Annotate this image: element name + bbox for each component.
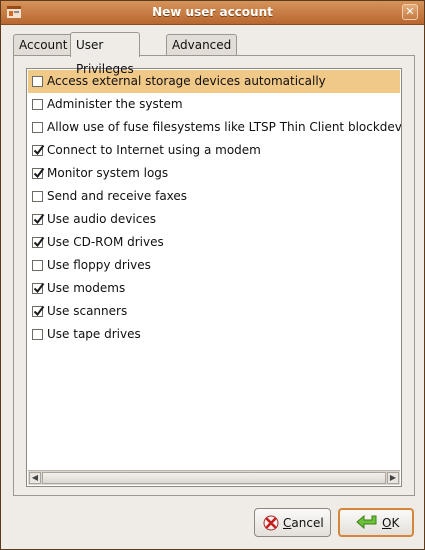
privilege-row[interactable]: Allow use of fuse filesystems like LTSP … [28,116,402,139]
title-bar[interactable]: New user account ✕ [1,1,424,25]
tab-user-privileges[interactable]: User Privileges [70,32,140,76]
privilege-label: Monitor system logs [47,166,169,180]
privilege-label: Use audio devices [47,212,156,226]
privilege-checkbox[interactable] [32,329,43,340]
privilege-label: Use scanners [47,304,128,318]
privilege-row[interactable]: Administer the system [28,93,400,116]
tab-panel: Access external storage devices automati… [13,55,415,496]
checkmark-icon [33,213,45,225]
privilege-checkbox[interactable] [32,76,43,87]
privilege-checkbox[interactable] [32,167,45,179]
privilege-row[interactable]: Use audio devices [28,208,400,231]
privilege-row[interactable]: Send and receive faxes [28,185,400,208]
privilege-label: Use tape drives [47,327,141,341]
scrollbar-thumb[interactable] [42,472,386,484]
cancel-button[interactable]: Cancel [254,508,331,537]
privilege-label: Use CD-ROM drives [47,235,164,249]
privilege-row[interactable]: Use scanners [28,300,400,323]
privilege-checkbox[interactable] [32,144,45,156]
horizontal-scrollbar[interactable]: ◀ ▶ [28,470,400,485]
privilege-checkbox[interactable] [32,305,45,317]
privilege-checkbox[interactable] [32,191,43,202]
privilege-label: Send and receive faxes [47,189,188,203]
privilege-checkbox[interactable] [32,260,43,271]
privilege-row[interactable]: Use CD-ROM drives [28,231,400,254]
privilege-label: Use floppy drives [47,258,151,272]
privilege-row[interactable]: Use tape drives [28,323,400,346]
privilege-row[interactable]: Connect to Internet using a modem [28,139,400,162]
privilege-checkbox[interactable] [32,122,43,133]
privilege-checkbox[interactable] [32,99,43,110]
ok-button[interactable]: OK [338,508,414,537]
privileges-list[interactable]: Access external storage devices automati… [26,68,402,487]
privilege-checkbox[interactable] [32,236,45,248]
tab-advanced[interactable]: Advanced [166,34,238,55]
privilege-label: Administer the system [47,97,183,111]
scroll-right-icon[interactable]: ▶ [387,472,399,484]
privilege-row[interactable]: Use floppy drives [28,254,400,277]
window-title: New user account [152,5,273,19]
scroll-left-icon[interactable]: ◀ [29,472,41,484]
checkmark-icon [33,144,45,156]
cancel-icon [263,515,279,534]
ok-label: OK [382,516,400,530]
privilege-label: Allow use of fuse filesystems like LTSP … [47,120,402,134]
privilege-label: Use modems [47,281,126,295]
checkmark-icon [33,305,45,317]
ok-arrow-icon [356,514,378,535]
tab-account[interactable]: Account [13,34,74,55]
privilege-row[interactable]: Use modems [28,277,400,300]
cancel-label: Cancel [283,516,324,530]
checkmark-icon [33,167,45,179]
privilege-row[interactable]: Monitor system logs [28,162,400,185]
dialog-window: New user account ✕ Account User Privileg… [0,0,425,550]
close-icon[interactable]: ✕ [402,4,418,20]
privilege-checkbox[interactable] [32,282,45,294]
privilege-checkbox[interactable] [32,213,45,225]
checkmark-icon [33,236,45,248]
privilege-label: Connect to Internet using a modem [47,143,261,157]
checkmark-icon [33,282,45,294]
